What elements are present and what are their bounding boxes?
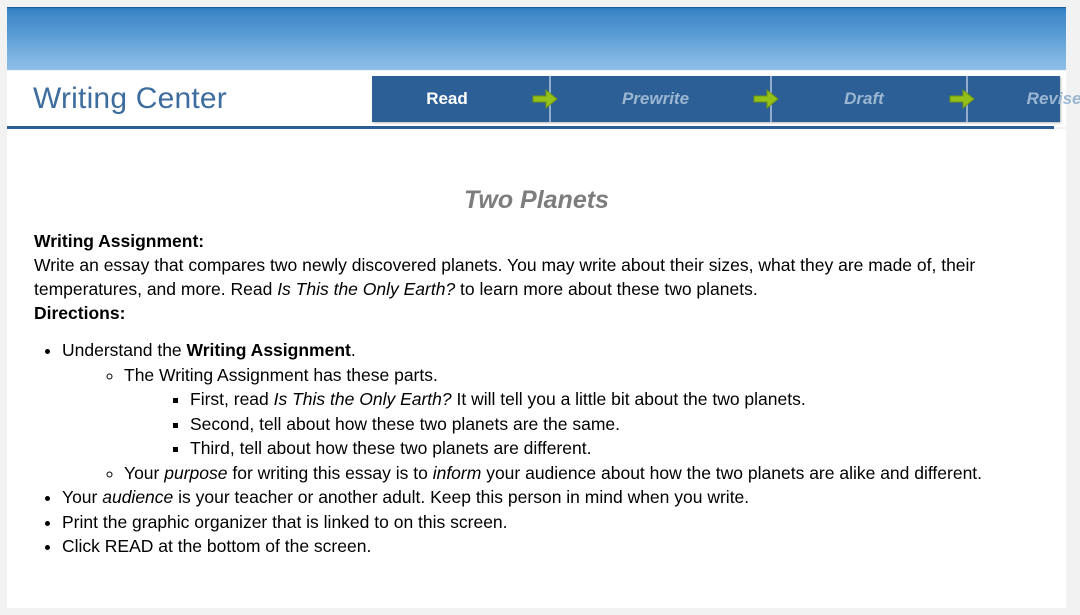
bullet1-text-pre: Understand the bbox=[62, 340, 187, 360]
list-item: Your audience is your teacher or another… bbox=[62, 485, 1066, 510]
arrow-right-icon bbox=[949, 88, 975, 110]
step-separator-3 bbox=[939, 76, 985, 122]
list-item: Understand the Writing Assignment. The W… bbox=[62, 338, 1066, 485]
list-item: Click READ at the bottom of the screen. bbox=[62, 534, 1066, 559]
list-item: Second, tell about how these two planets… bbox=[190, 412, 1066, 437]
step-separator-2 bbox=[743, 76, 789, 122]
document-page: Two Planets Writing Assignment: Write an… bbox=[7, 129, 1066, 608]
audience-post: is your teacher or another adult. Keep t… bbox=[173, 487, 750, 507]
assignment-block: Writing Assignment: Write an essay that … bbox=[7, 229, 1066, 325]
assignment-label: Writing Assignment: bbox=[34, 231, 205, 251]
click-read-text: Click READ at the bottom of the screen. bbox=[62, 536, 372, 556]
inform-word: inform bbox=[432, 462, 482, 483]
directions-label: Directions: bbox=[34, 303, 126, 323]
document-title: Two Planets bbox=[464, 186, 609, 214]
assignment-label-line: Writing Assignment: bbox=[34, 229, 1038, 253]
list-item: First, read Is This the Only Earth? It w… bbox=[190, 387, 1066, 412]
assignment-text-part2: to learn more about these two planets. bbox=[455, 279, 758, 299]
tab-prewrite[interactable]: Prewrite bbox=[568, 76, 743, 122]
directions-list: Understand the Writing Assignment. The W… bbox=[7, 338, 1066, 559]
directions-subsublist: First, read Is This the Only Earth? It w… bbox=[124, 387, 1066, 461]
bullet1-sub1-text: The Writing Assignment has these parts. bbox=[124, 364, 438, 385]
audience-pre: Your bbox=[62, 487, 103, 507]
decorative-blue-banner bbox=[7, 7, 1066, 70]
tab-read-label: Read bbox=[426, 89, 468, 108]
purpose-mid: for writing this essay is to bbox=[227, 462, 433, 483]
purpose-post: your audience about how the two planets … bbox=[481, 462, 983, 483]
bullet1-text-post: . bbox=[350, 340, 356, 360]
sub-item2-text: Second, tell about how these two planets… bbox=[190, 413, 620, 434]
tab-read[interactable]: Read bbox=[372, 76, 522, 122]
step-navigation: Read Prewrite Draft Revis bbox=[372, 76, 1080, 122]
list-item: Print the graphic organizer that is link… bbox=[62, 510, 1066, 535]
purpose-word: purpose bbox=[164, 462, 228, 483]
sub-item1-book-title: Is This the Only Earth? bbox=[273, 389, 452, 409]
tab-revise-edit[interactable]: Revise/Edit bbox=[985, 76, 1080, 122]
sub-item1-post: It will tell you a little bit about the … bbox=[451, 389, 806, 409]
assignment-paragraph: Write an essay that compares two newly d… bbox=[34, 253, 1038, 301]
list-item: Your purpose for writing this essay is t… bbox=[124, 461, 1066, 486]
audience-word: audience bbox=[102, 487, 174, 507]
directions-label-line: Directions: bbox=[34, 301, 1038, 325]
step-separator-1 bbox=[522, 76, 568, 122]
sub-item3-text: Third, tell about how these two planets … bbox=[190, 438, 592, 458]
tab-draft-label: Draft bbox=[844, 89, 884, 108]
directions-sublist: The Writing Assignment has these parts. … bbox=[62, 363, 1066, 486]
purpose-pre: Your bbox=[124, 462, 165, 483]
tab-draft[interactable]: Draft bbox=[789, 76, 939, 122]
bullet1-text-bold: Writing Assignment bbox=[186, 340, 351, 360]
arrow-right-icon bbox=[753, 88, 779, 110]
brand-title: Writing Center bbox=[33, 82, 227, 115]
print-organizer-text: Print the graphic organizer that is link… bbox=[62, 511, 508, 532]
list-item: The Writing Assignment has these parts. … bbox=[124, 363, 1066, 461]
assignment-book-title: Is This the Only Earth? bbox=[277, 279, 456, 299]
site-header: Writing Center Read Prewrite Draft Revis bbox=[7, 71, 1080, 127]
tab-revise-edit-label: Revise/Edit bbox=[1026, 89, 1080, 108]
writing-center-app: Writing Center Read Prewrite Draft Revis… bbox=[0, 0, 1080, 615]
brand: Writing Center bbox=[33, 71, 227, 127]
tab-prewrite-label: Prewrite bbox=[621, 89, 690, 108]
arrow-right-icon bbox=[532, 88, 558, 110]
list-item: Third, tell about how these two planets … bbox=[190, 436, 1066, 461]
sub-item1-pre: First, read bbox=[190, 389, 274, 409]
